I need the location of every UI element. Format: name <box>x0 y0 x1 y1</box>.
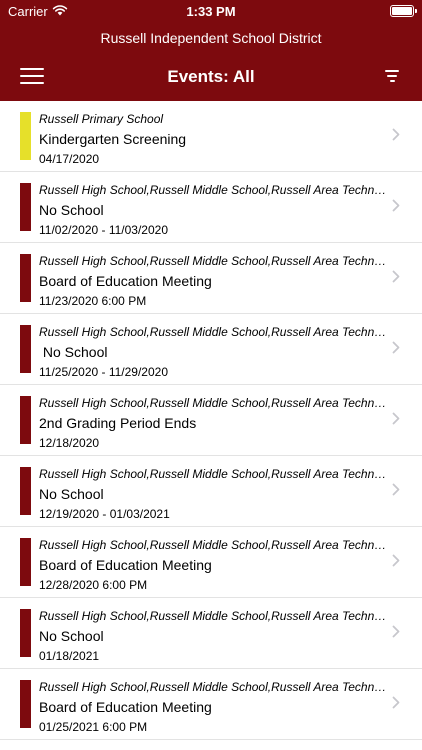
event-row[interactable]: Russell High School,Russell Middle Schoo… <box>0 527 422 598</box>
event-date: 11/23/2020 6:00 PM <box>39 294 147 308</box>
event-date: 01/25/2021 6:00 PM <box>39 720 148 734</box>
chevron-right-icon <box>392 341 400 354</box>
event-school: Russell Primary School <box>39 112 164 126</box>
category-color-bar <box>20 396 31 444</box>
chevron-right-icon <box>392 270 400 283</box>
event-school: Russell High School,Russell Middle Schoo… <box>39 183 391 197</box>
battery-icon <box>390 5 417 17</box>
event-name: Board of Education Meeting <box>39 557 212 573</box>
category-color-bar <box>20 254 31 302</box>
event-school: Russell High School,Russell Middle Schoo… <box>39 609 391 623</box>
event-date: 04/17/2020 <box>39 152 100 166</box>
event-name: No School <box>39 202 104 218</box>
event-school: Russell High School,Russell Middle Schoo… <box>39 254 391 268</box>
status-bar: Carrier 1:33 PM <box>0 0 422 24</box>
category-color-bar <box>20 467 31 515</box>
chevron-right-icon <box>392 625 400 638</box>
event-name: Board of Education Meeting <box>39 273 212 289</box>
status-time: 1:33 PM <box>186 4 236 19</box>
filter-icon[interactable] <box>384 70 400 84</box>
chevron-right-icon <box>392 128 400 141</box>
event-name: No School <box>39 344 108 360</box>
chevron-right-icon <box>392 412 400 425</box>
event-date: 12/18/2020 <box>39 436 100 450</box>
event-school: Russell High School,Russell Middle Schoo… <box>39 680 391 694</box>
category-color-bar <box>20 538 31 586</box>
category-color-bar <box>20 183 31 231</box>
category-color-bar <box>20 680 31 728</box>
event-name: Board of Education Meeting <box>39 699 212 715</box>
event-school: Russell High School,Russell Middle Schoo… <box>39 325 391 339</box>
chevron-right-icon <box>392 696 400 709</box>
events-list: Russell Primary School Kindergarten Scre… <box>0 101 422 740</box>
event-date: 01/18/2021 <box>39 649 100 663</box>
event-row[interactable]: Russell High School,Russell Middle Schoo… <box>0 314 422 385</box>
event-row[interactable]: Russell High School,Russell Middle Schoo… <box>0 385 422 456</box>
event-name: No School <box>39 628 104 644</box>
event-name: Kindergarten Screening <box>39 131 187 147</box>
category-color-bar <box>20 112 31 160</box>
category-color-bar <box>20 325 31 373</box>
event-date: 12/28/2020 6:00 PM <box>39 578 148 592</box>
app-header: Carrier 1:33 PM Russell Independent Scho… <box>0 0 422 101</box>
event-row[interactable]: Russell High School,Russell Middle Schoo… <box>0 172 422 243</box>
event-school: Russell High School,Russell Middle Schoo… <box>39 396 391 410</box>
event-name: 2nd Grading Period Ends <box>39 415 197 431</box>
category-color-bar <box>20 609 31 657</box>
event-row[interactable]: Russell High School,Russell Middle Schoo… <box>0 669 422 740</box>
district-name: Russell Independent School District <box>100 30 322 46</box>
chevron-right-icon <box>392 483 400 496</box>
event-row[interactable]: Russell Primary School Kindergarten Scre… <box>0 101 422 172</box>
event-name: No School <box>39 486 104 502</box>
page-title: Events: All <box>167 67 255 86</box>
event-row[interactable]: Russell High School,Russell Middle Schoo… <box>0 456 422 527</box>
chevron-right-icon <box>392 199 400 212</box>
event-row[interactable]: Russell High School,Russell Middle Schoo… <box>0 243 422 314</box>
chevron-right-icon <box>392 554 400 567</box>
event-school: Russell High School,Russell Middle Schoo… <box>39 538 391 552</box>
event-date: 11/25/2020 - 11/29/2020 <box>39 365 168 379</box>
event-row[interactable]: Russell High School,Russell Middle Schoo… <box>0 598 422 669</box>
event-date: 11/02/2020 - 11/03/2020 <box>39 223 168 237</box>
event-school: Russell High School,Russell Middle Schoo… <box>39 467 391 481</box>
event-date: 12/19/2020 - 01/03/2021 <box>39 507 170 521</box>
